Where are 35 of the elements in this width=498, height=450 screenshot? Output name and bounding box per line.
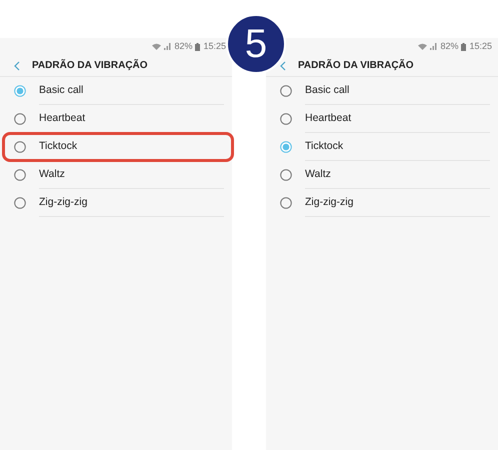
radio-button[interactable] xyxy=(280,141,292,153)
screen-title: PADRÃO DA VIBRAÇÃO xyxy=(298,58,414,73)
battery-percent: 82% xyxy=(440,40,458,53)
radio-button[interactable] xyxy=(14,197,26,209)
screen-title: PADRÃO DA VIBRAÇÃO xyxy=(32,58,148,73)
radio-button[interactable] xyxy=(280,197,292,209)
wifi-icon xyxy=(418,43,428,50)
signal-icon xyxy=(430,43,438,50)
option-label[interactable]: Heartbeat xyxy=(39,110,86,126)
clock-time: 15:25 xyxy=(469,40,492,53)
radio-button[interactable] xyxy=(14,169,26,181)
battery-icon xyxy=(461,42,466,50)
back-icon[interactable] xyxy=(280,60,286,70)
step-badge: 5 xyxy=(226,14,286,74)
radio-button[interactable] xyxy=(14,141,26,153)
option-label[interactable]: Ticktock xyxy=(305,138,344,154)
back-icon[interactable] xyxy=(14,60,20,70)
battery-percent: 82% xyxy=(174,40,192,53)
option-label[interactable]: Heartbeat xyxy=(305,110,352,126)
clock-time: 15:25 xyxy=(203,40,226,53)
radio-button[interactable] xyxy=(280,113,292,125)
radio-button[interactable] xyxy=(14,113,26,125)
option-label[interactable]: Zig-zig-zig xyxy=(305,194,354,210)
option-label[interactable]: Zig-zig-zig xyxy=(39,194,88,210)
option-label[interactable]: Basic call xyxy=(39,82,84,98)
option-label[interactable]: Waltz xyxy=(39,166,65,182)
battery-icon xyxy=(195,42,200,50)
radio-button[interactable] xyxy=(280,169,292,181)
radio-button[interactable] xyxy=(14,85,26,97)
wifi-icon xyxy=(152,43,162,50)
signal-icon xyxy=(164,43,172,50)
option-label[interactable]: Basic call xyxy=(305,82,350,98)
option-label[interactable]: Ticktock xyxy=(39,138,78,154)
option-label[interactable]: Waltz xyxy=(305,166,331,182)
radio-button[interactable] xyxy=(280,85,292,97)
